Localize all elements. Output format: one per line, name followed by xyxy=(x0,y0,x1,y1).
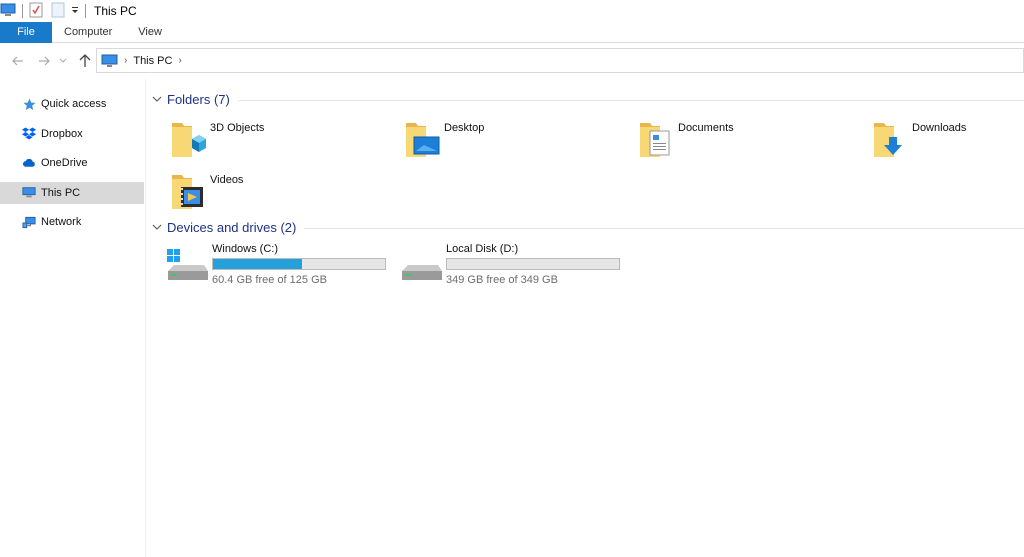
network-icon xyxy=(22,215,36,229)
toolbar-separator xyxy=(85,4,86,18)
computer-icon xyxy=(22,186,36,200)
drive-name: Local Disk (D:) xyxy=(446,243,519,255)
sidebar-item-label: Quick access xyxy=(41,98,107,110)
folder-3d-objects[interactable]: 3D Objects xyxy=(168,117,398,163)
sidebar-item-label: Dropbox xyxy=(41,127,83,140)
dropbox-icon xyxy=(22,127,36,141)
recent-locations-button[interactable] xyxy=(57,51,69,71)
sidebar-item-label: This PC xyxy=(41,186,81,199)
folder-label: Desktop xyxy=(444,122,485,134)
folder-desktop-icon xyxy=(402,117,442,161)
drive-windows-c[interactable]: Windows (C:) 60.4 GB free of 125 GB xyxy=(166,243,396,293)
folder-documents-icon xyxy=(636,117,676,161)
folder-label: Videos xyxy=(210,174,244,186)
drive-local-disk-d[interactable]: Local Disk (D:) 349 GB free of 349 GB xyxy=(400,243,630,293)
drive-usage-bar xyxy=(212,258,386,270)
breadcrumb-this-pc[interactable]: This PC xyxy=(133,55,172,67)
group-header-devices[interactable]: Devices and drives (2) xyxy=(152,217,1024,237)
address-bar[interactable]: › This PC › xyxy=(96,48,1024,73)
sidebar-item-label: Network xyxy=(41,216,82,228)
back-button[interactable] xyxy=(8,51,28,71)
forward-arrow-icon xyxy=(39,56,50,66)
chevron-down-icon[interactable] xyxy=(152,221,164,233)
drive-free-space: 60.4 GB free of 125 GB xyxy=(212,274,327,286)
sidebar-item-this-pc[interactable]: This PC xyxy=(0,181,144,204)
folder-downloads[interactable]: Downloads xyxy=(870,117,1024,163)
local-disk-icon xyxy=(400,249,444,283)
folder-documents[interactable]: Documents xyxy=(636,117,866,163)
chevron-right-icon: › xyxy=(124,55,128,66)
navigation-bar: › This PC › xyxy=(0,43,1024,79)
chevron-down-icon[interactable] xyxy=(152,93,164,105)
sidebar-item-quick-access[interactable]: Quick access xyxy=(0,93,145,115)
new-folder-icon[interactable] xyxy=(51,2,65,21)
title-bar: This PC xyxy=(0,0,1024,22)
back-arrow-icon xyxy=(12,56,23,66)
sidebar-item-network[interactable]: Network xyxy=(0,211,145,233)
computer-icon xyxy=(0,3,16,20)
window-title: This PC xyxy=(94,4,137,18)
group-divider xyxy=(304,227,1024,229)
navigation-pane: Quick access Dropbox OneDrive This PC Ne… xyxy=(0,79,146,557)
drive-usage-fill xyxy=(213,259,302,269)
group-divider xyxy=(237,99,1024,101)
sidebar-item-label: OneDrive xyxy=(41,157,88,169)
group-header-folders[interactable]: Folders (7) xyxy=(152,89,1024,109)
folder-label: Documents xyxy=(678,122,734,134)
windows-drive-icon xyxy=(166,249,210,283)
tab-view[interactable]: View xyxy=(125,22,175,43)
properties-icon[interactable] xyxy=(29,2,43,21)
chevron-right-icon[interactable]: › xyxy=(178,55,181,66)
drive-name: Windows (C:) xyxy=(212,243,279,255)
computer-icon xyxy=(101,54,118,68)
folder-3d-objects-icon xyxy=(168,117,208,161)
content-pane: Folders (7) 3D Objects Desktop Documents… xyxy=(146,79,1024,557)
folder-label: 3D Objects xyxy=(210,122,265,134)
folder-videos-icon xyxy=(168,169,208,213)
sidebar-item-onedrive[interactable]: OneDrive xyxy=(0,152,145,174)
toolbar-separator xyxy=(22,4,23,18)
up-button[interactable] xyxy=(75,51,95,71)
tab-file[interactable]: File xyxy=(0,22,52,43)
cloud-icon xyxy=(22,156,36,170)
chevron-down-icon xyxy=(59,58,67,63)
tab-computer[interactable]: Computer xyxy=(52,22,125,43)
up-arrow-icon xyxy=(79,54,91,67)
group-title: Devices and drives (2) xyxy=(167,219,297,235)
ribbon-tabs: File Computer View xyxy=(0,22,1024,43)
customize-dropdown-icon[interactable] xyxy=(71,4,79,18)
star-icon xyxy=(22,97,36,111)
sidebar-item-dropbox[interactable]: Dropbox xyxy=(0,123,145,145)
folder-label: Downloads xyxy=(912,122,967,134)
group-title: Folders (7) xyxy=(167,91,230,107)
drive-usage-bar xyxy=(446,258,620,270)
folder-downloads-icon xyxy=(870,117,910,161)
folder-desktop[interactable]: Desktop xyxy=(402,117,632,163)
forward-button[interactable] xyxy=(34,51,54,71)
folder-videos[interactable]: Videos xyxy=(168,169,398,215)
drive-free-space: 349 GB free of 349 GB xyxy=(446,274,558,286)
